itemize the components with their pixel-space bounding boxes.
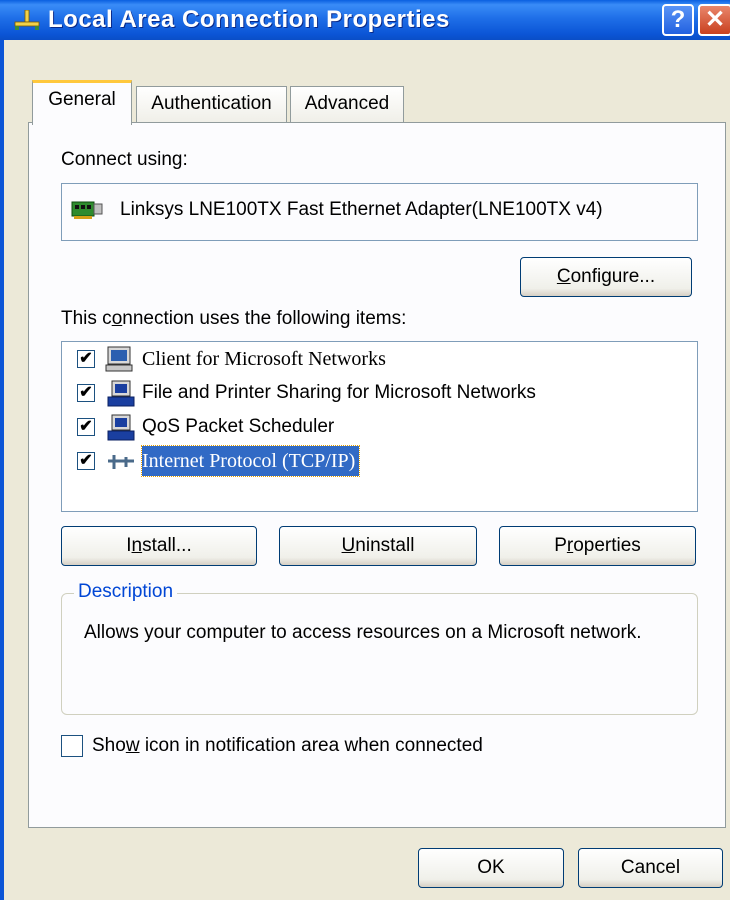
item-checkbox[interactable]: ✔ <box>77 418 95 436</box>
item-label: Client for Microsoft Networks <box>142 348 386 370</box>
list-item[interactable]: ✔ Client for Microsoft Networks <box>62 344 692 376</box>
description-title: Description <box>74 580 178 604</box>
item-checkbox[interactable]: ✔ <box>77 452 95 470</box>
ok-button[interactable]: OK <box>418 848 564 888</box>
network-service-icon <box>107 414 135 441</box>
list-item[interactable]: ✔ Internet Protocol (TCP/IP) <box>62 445 692 478</box>
components-list[interactable]: ✔ Client for Microsoft Networks ✔ File a… <box>61 341 698 512</box>
adapter-name: Linksys LNE100TX Fast Ethernet Adapter(L… <box>120 199 603 220</box>
description-text: Allows your computer to access resources… <box>84 622 642 643</box>
configure-button[interactable]: Configure... <box>520 257 692 297</box>
install-button[interactable]: Install... <box>61 526 257 566</box>
items-label: This connection uses the following items… <box>61 308 407 329</box>
network-service-icon <box>107 380 135 407</box>
item-label: Internet Protocol (TCP/IP) <box>140 445 361 477</box>
network-client-icon <box>105 346 133 372</box>
item-checkbox[interactable]: ✔ <box>77 384 95 402</box>
connect-using-label: Connect using: <box>61 149 188 170</box>
item-label: File and Printer Sharing for Microsoft N… <box>142 382 536 403</box>
show-icon-checkbox[interactable] <box>61 735 83 757</box>
properties-button[interactable]: Properties <box>499 526 696 566</box>
show-icon-label: Show icon in notification area when conn… <box>92 735 483 756</box>
cancel-button[interactable]: Cancel <box>578 848 723 888</box>
list-item[interactable]: ✔ QoS Packet Scheduler <box>62 412 692 444</box>
adapter-field: Linksys LNE100TX Fast Ethernet Adapter(L… <box>61 183 698 241</box>
uninstall-button[interactable]: Uninstall <box>279 526 477 566</box>
network-adapter-icon <box>71 201 103 219</box>
network-protocol-icon <box>108 455 134 469</box>
list-item[interactable]: ✔ File and Printer Sharing for Microsoft… <box>62 378 692 410</box>
description-groupbox <box>61 593 698 715</box>
item-label: QoS Packet Scheduler <box>142 416 335 437</box>
item-checkbox[interactable]: ✔ <box>77 350 95 368</box>
